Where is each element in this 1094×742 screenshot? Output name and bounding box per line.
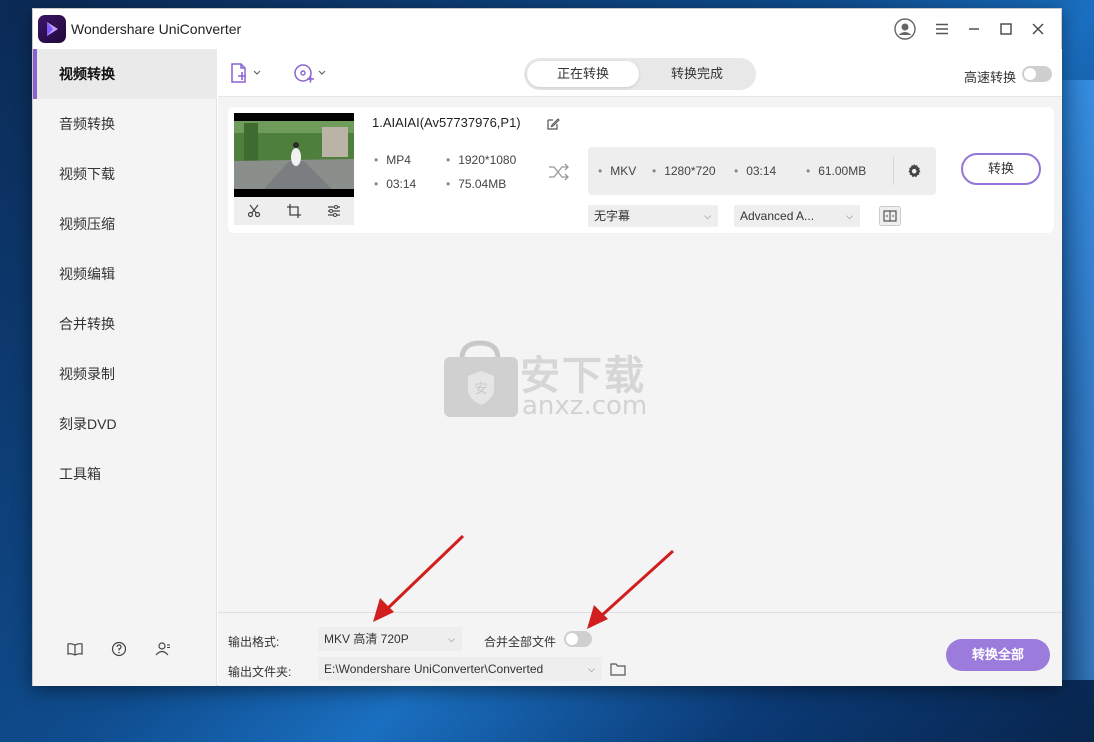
edit-name-icon[interactable] (546, 117, 560, 131)
output-settings[interactable]: MKV 1280*720 03:14 61.00MB (588, 147, 936, 195)
add-file-icon (231, 63, 246, 83)
target-format: MKV (598, 164, 636, 178)
shuffle-arrow-icon (549, 163, 569, 181)
menu-icon[interactable] (930, 17, 954, 41)
add-disc-button[interactable] (293, 61, 327, 85)
compare-preview-icon[interactable] (879, 206, 901, 226)
chevron-down-icon: ⌵ (448, 634, 455, 644)
subtitle-select[interactable]: 无字幕 ⌵ (588, 205, 718, 227)
crop-icon[interactable] (287, 204, 301, 218)
audio-value: Advanced A... (740, 209, 815, 223)
chevron-down-icon: ⌵ (846, 211, 853, 221)
sidebar-item-video-edit[interactable]: 视频编辑 (33, 249, 217, 299)
title-bar: Wondershare UniConverter (33, 9, 1061, 49)
user-account-icon[interactable] (893, 17, 917, 41)
sidebar-item-burn-dvd[interactable]: 刻录DVD (33, 399, 217, 449)
effects-icon[interactable] (327, 204, 341, 218)
app-title: Wondershare UniConverter (71, 21, 242, 37)
source-size: 75.04MB (446, 177, 506, 191)
sidebar: 视频转换 音频转换 视频下载 视频压缩 视频编辑 合并转换 视频录制 刻录DVD… (33, 49, 217, 686)
chevron-down-icon: ⌵ (704, 211, 711, 221)
account-icon[interactable] (153, 639, 173, 659)
subtitle-value: 无字幕 (594, 209, 631, 223)
video-thumbnail[interactable] (234, 113, 354, 197)
add-disc-icon (294, 64, 314, 83)
source-resolution: 1920*1080 (446, 153, 516, 167)
sidebar-item-toolbox[interactable]: 工具箱 (33, 449, 217, 499)
target-size: 61.00MB (806, 164, 866, 178)
sidebar-item-video-compress[interactable]: 视频压缩 (33, 199, 217, 249)
chevron-down-icon: ⌵ (588, 664, 595, 674)
status-tabs: 正在转换 转换完成 (524, 58, 756, 90)
high-speed-toggle[interactable] (1022, 66, 1052, 82)
convert-all-button[interactable]: 转换全部 (946, 639, 1050, 671)
thumbnail-tools (234, 197, 354, 225)
separator (893, 157, 894, 185)
source-format: MP4 (374, 153, 411, 167)
output-format-label: 输出格式: (228, 635, 280, 649)
output-folder-value: E:\Wondershare UniConverter\Converted (324, 662, 544, 676)
source-duration: 03:14 (374, 177, 416, 191)
bottom-bar: 输出格式: MKV 高清 720P ⌵ 合并全部文件 输出文件夹: E:\Won… (218, 612, 1062, 686)
output-folder-label: 输出文件夹: (228, 665, 292, 679)
watermark-sub: anxz.com (522, 391, 648, 421)
shopping-bag-icon: 安 (444, 340, 518, 417)
output-folder-select[interactable]: E:\Wondershare UniConverter\Converted ⌵ (318, 657, 602, 681)
convert-button[interactable]: 转换 (961, 153, 1041, 185)
output-format-value: MKV 高清 720P (324, 632, 409, 646)
watermark: 安 安下载 anxz.com (442, 339, 662, 421)
svg-text:安: 安 (474, 382, 487, 397)
sidebar-item-merge[interactable]: 合并转换 (33, 299, 217, 349)
folder-icon[interactable] (610, 662, 626, 676)
output-format-select[interactable]: MKV 高清 720P ⌵ (318, 627, 462, 651)
main-panel: 正在转换 转换完成 高速转换 1.AIAIAI(Av57737976,P1) •… (218, 49, 1062, 686)
high-speed-label: 高速转换 (964, 70, 1017, 85)
sidebar-item-record[interactable]: 视频录制 (33, 349, 217, 399)
app-window: Wondershare UniConverter 视频转换 音频转换 视频下载 … (32, 8, 1062, 686)
maximize-icon[interactable] (994, 17, 1018, 41)
cut-icon[interactable] (247, 204, 261, 218)
file-card: 1.AIAIAI(Av57737976,P1) MP4 1920*1080 03… (228, 107, 1054, 233)
sidebar-item-video-convert[interactable]: 视频转换 (33, 49, 217, 99)
sidebar-item-audio-convert[interactable]: 音频转换 (33, 99, 217, 149)
target-resolution: 1280*720 (652, 164, 715, 178)
merge-files-toggle[interactable] (564, 631, 592, 647)
chevron-down-icon (318, 70, 326, 75)
app-logo-icon (38, 15, 66, 43)
help-icon[interactable] (109, 639, 129, 659)
close-icon[interactable] (1026, 17, 1050, 41)
book-icon[interactable] (65, 639, 85, 659)
tab-finished[interactable]: 转换完成 (641, 61, 753, 87)
add-file-button[interactable] (228, 61, 262, 85)
file-name: 1.AIAIAI(Av57737976,P1) (372, 115, 521, 130)
minimize-icon[interactable] (962, 17, 986, 41)
audio-select[interactable]: Advanced A... ⌵ (734, 205, 860, 227)
sidebar-item-video-download[interactable]: 视频下载 (33, 149, 217, 199)
chevron-down-icon (253, 70, 261, 75)
gear-icon[interactable] (906, 163, 922, 179)
tab-converting[interactable]: 正在转换 (527, 61, 639, 87)
target-duration: 03:14 (734, 164, 776, 178)
merge-files-label: 合并全部文件 (484, 635, 557, 649)
toolbar: 正在转换 转换完成 高速转换 (218, 49, 1062, 97)
